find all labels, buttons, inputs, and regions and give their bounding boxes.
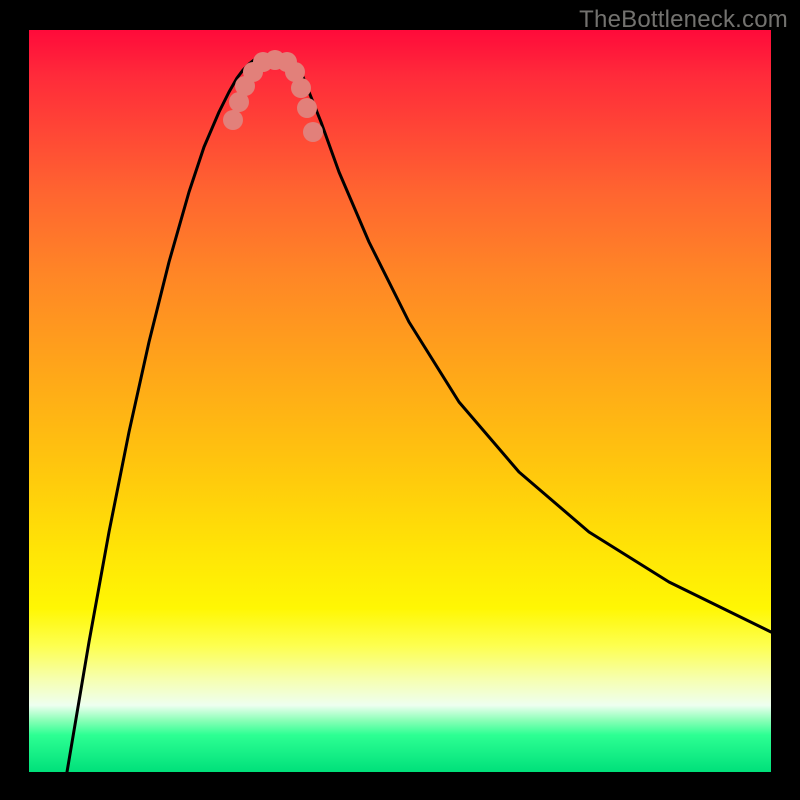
marker-dot: [291, 78, 311, 98]
curve-plot: [29, 30, 771, 772]
bottleneck-curve: [67, 57, 771, 772]
marker-cluster: [223, 50, 323, 142]
marker-dot: [223, 110, 243, 130]
marker-dot: [297, 98, 317, 118]
marker-dot: [303, 122, 323, 142]
